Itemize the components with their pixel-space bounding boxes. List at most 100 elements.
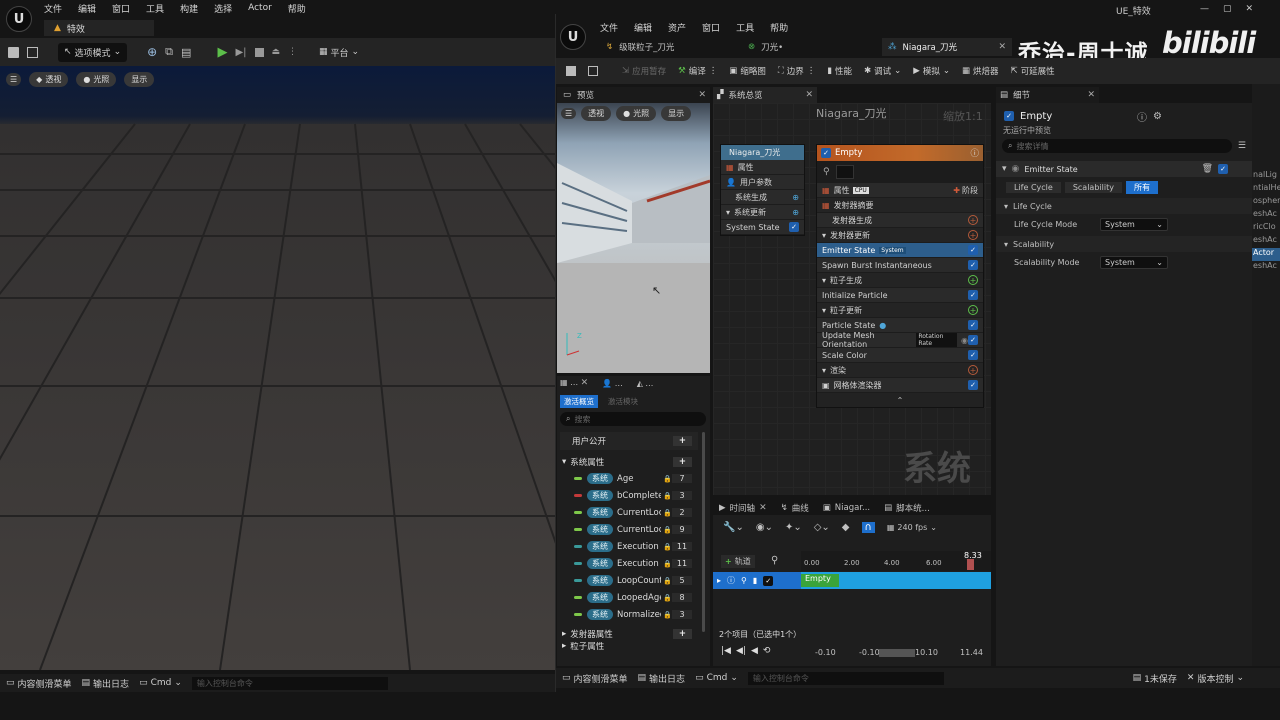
platform-dropdown[interactable]: ▦ 平台 ⌄ — [319, 46, 359, 59]
emitter-stack-row[interactable]: ▾ 渲染 + — [817, 363, 983, 378]
add-icon[interactable]: + — [672, 436, 692, 446]
thumbnail-button[interactable]: ▣ 缩略图 — [729, 65, 766, 77]
maximize-icon[interactable]: ▢ — [1223, 4, 1232, 14]
module-enabled-checkbox[interactable]: ✓ — [968, 320, 978, 330]
n-content-drawer-button[interactable]: ▭ 内容侧滑菜单 — [562, 672, 628, 685]
content-drawer-button[interactable]: ▭ 内容侧滑菜单 — [6, 677, 72, 690]
active-overview-tab[interactable]: 激活概览 — [560, 395, 598, 408]
system-node-state[interactable]: System State ✓ — [721, 220, 804, 235]
pin-icon[interactable]: ⚲ — [823, 167, 830, 177]
menu-tools[interactable]: 工具 — [146, 2, 164, 15]
compile-button[interactable]: ⚒ 编译 ⋮ — [678, 65, 717, 77]
system-attr-row[interactable]: 系统 LoopedAge 🔒 8 — [560, 589, 698, 606]
prev-key-icon[interactable]: ◀| — [736, 646, 746, 656]
add-module-icon[interactable]: + — [968, 215, 978, 225]
preview-tab[interactable]: ▭ 预览 ✕ — [557, 87, 710, 103]
add-module-icon[interactable]: ⊕ — [792, 193, 799, 202]
doc-tab-niagara[interactable]: ⁂ Niagara_刀光 ✕ — [882, 38, 1012, 56]
expand-icon[interactable]: ▸ — [717, 576, 721, 585]
play-icon[interactable]: ▶ — [217, 45, 227, 60]
diamond-icon[interactable]: ◆ — [842, 522, 850, 533]
magnet-icon[interactable]: ∩ — [861, 521, 875, 533]
add-icon[interactable]: + — [672, 628, 692, 639]
outliner-item[interactable]: Actor — [1252, 248, 1280, 261]
n-menu-asset[interactable]: 资产 — [668, 21, 686, 34]
menu-build[interactable]: 构建 — [180, 2, 198, 15]
browse-icon[interactable] — [27, 46, 38, 58]
unreal-logo-icon[interactable]: U — [6, 6, 32, 32]
module-enabled-checkbox[interactable]: ✓ — [968, 350, 978, 360]
user-exposed-header[interactable]: 用户公开 + — [560, 432, 698, 450]
emitter-stack-row[interactable]: Initialize Particle ✓ — [817, 288, 983, 303]
info-icon[interactable]: ⓘ — [970, 147, 979, 159]
param-tab-icon[interactable]: ▦ … ✕ — [560, 378, 588, 388]
outliner-item[interactable]: ospher — [1252, 196, 1280, 209]
emitter-stack-row[interactable]: 发射器生成 + — [817, 213, 983, 228]
preview-viewport[interactable]: ☰ 透视 ● 光照 显示 Z ↖ — [557, 103, 710, 373]
n-menu-tools[interactable]: 工具 — [736, 21, 754, 34]
overview-graph[interactable]: Niagara_刀光 缩放1:1 系统 Niagara_刀光 ▦ 属性 👤 用户参数… — [713, 103, 991, 495]
emitter-bar[interactable]: Empty — [801, 574, 839, 587]
add-module-icon[interactable]: + — [968, 365, 978, 375]
emitter-stack-row[interactable]: ▾ 粒子生成 + — [817, 273, 983, 288]
script-stats-tab[interactable]: ▤ 脚本统... — [884, 502, 930, 514]
add-module-icon[interactable]: + — [968, 275, 978, 285]
filter-lifecycle[interactable]: Life Cycle — [1006, 182, 1061, 193]
system-attr-row[interactable]: 系统 Age 🔒 7 — [560, 470, 698, 487]
gear-icon[interactable]: ⚙ — [1153, 111, 1162, 122]
system-node-properties[interactable]: ▦ 属性 — [721, 160, 804, 175]
snap-icon[interactable]: ✦⌄ — [785, 522, 802, 533]
property-dropdown[interactable]: System ⌄ — [1100, 217, 1168, 231]
performance-button[interactable]: ▮ 性能 — [827, 65, 852, 77]
pin-icon[interactable]: ⚲ — [741, 576, 747, 585]
detail-group-header[interactable]: ▾ Scalability — [996, 236, 1252, 252]
details-tab[interactable]: ▤ 细节 ✕ — [996, 87, 1099, 103]
system-attr-row[interactable]: 系统 Execution 🔒 11 — [560, 538, 698, 555]
n-output-log-button[interactable]: ▤ 输出日志 — [638, 672, 686, 685]
outliner-item[interactable]: ricClo — [1252, 222, 1280, 235]
doc-tab-cascade[interactable]: ↯ 级联粒子_刀光 — [600, 41, 738, 53]
add-track-button[interactable]: + 轨道 — [721, 555, 755, 568]
emitter-stack-row[interactable]: ▾ 粒子更新 + — [817, 303, 983, 318]
enabled-checkbox[interactable]: ✓ — [789, 222, 799, 232]
emitter-state-section[interactable]: ▾ ◉ Emitter State 🗑 ✓ — [996, 161, 1252, 177]
system-node-user-params[interactable]: 👤 用户参数 — [721, 175, 804, 190]
debug-button[interactable]: ✱ 调试 ⌄ — [864, 65, 901, 77]
range-slider[interactable] — [879, 649, 915, 657]
outliner-item[interactable]: ntialHe — [1252, 183, 1280, 196]
system-attr-row[interactable]: 系统 LoopCount 🔒 5 — [560, 572, 698, 589]
preview-menu-icon[interactable]: ☰ — [561, 108, 577, 119]
emitter-stack-row[interactable]: Scale Color ✓ — [817, 348, 983, 363]
eye-icon[interactable]: ◉⌄ — [756, 522, 773, 533]
menu-select[interactable]: 选择 — [214, 2, 232, 15]
eject-icon[interactable]: ⏏ — [272, 47, 281, 57]
detail-group-header[interactable]: ▾ Life Cycle — [996, 198, 1252, 214]
menu-window[interactable]: 窗口 — [112, 2, 130, 15]
details-search-input[interactable]: ⌕ 搜索详情 — [1002, 139, 1232, 153]
system-node-update[interactable]: ▾ 系统更新 ⊕ — [721, 205, 804, 220]
filter-scalability[interactable]: Scalability — [1064, 182, 1122, 193]
minimize-icon[interactable]: — — [1200, 4, 1209, 14]
blueprint-icon[interactable]: ⧉ — [165, 45, 173, 59]
save-icon[interactable] — [566, 66, 576, 76]
emitter-stack-row[interactable]: Emitter State System ✓ — [817, 243, 983, 258]
curves-tab[interactable]: ↯ 曲线 — [781, 502, 809, 514]
time-ruler[interactable]: 0.00 2.00 4.00 6.00 8.33 — [801, 551, 991, 571]
preview-lighting-button[interactable]: ● 光照 — [616, 106, 657, 121]
info-icon[interactable]: ⓘ — [727, 575, 735, 586]
menu-edit[interactable]: 编辑 — [78, 2, 96, 15]
output-log-button[interactable]: ▤ 输出日志 — [82, 677, 130, 690]
filter-all[interactable]: 所有 — [1125, 181, 1158, 194]
preview-show-button[interactable]: 显示 — [661, 106, 692, 121]
system-overview-tab[interactable]: ▞ 系统总览 ✕ — [713, 87, 817, 103]
outliner-item[interactable]: eshAc — [1252, 261, 1280, 274]
end-marker[interactable] — [967, 559, 974, 570]
fps-dropdown[interactable]: ▦ 240 fps ⌄ — [887, 523, 937, 532]
system-node[interactable]: Niagara_刀光 ▦ 属性 👤 用户参数 系统生成 ⊕ ▾ 系统更新 ⊕ System… — [720, 144, 805, 236]
param-scrollbar[interactable] — [702, 432, 705, 632]
add-stage-icon[interactable]: ✚ — [953, 186, 960, 195]
level-viewport[interactable]: ☰ ◆ 透视 ● 光照 显示 — [0, 66, 556, 670]
close-icon[interactable]: ✕ — [805, 90, 813, 100]
emitter-stack-row[interactable]: Update Mesh Orientation Rotation Rate ◉ ✓ — [817, 331, 983, 349]
collapse-button[interactable]: ⌃ — [817, 393, 983, 407]
